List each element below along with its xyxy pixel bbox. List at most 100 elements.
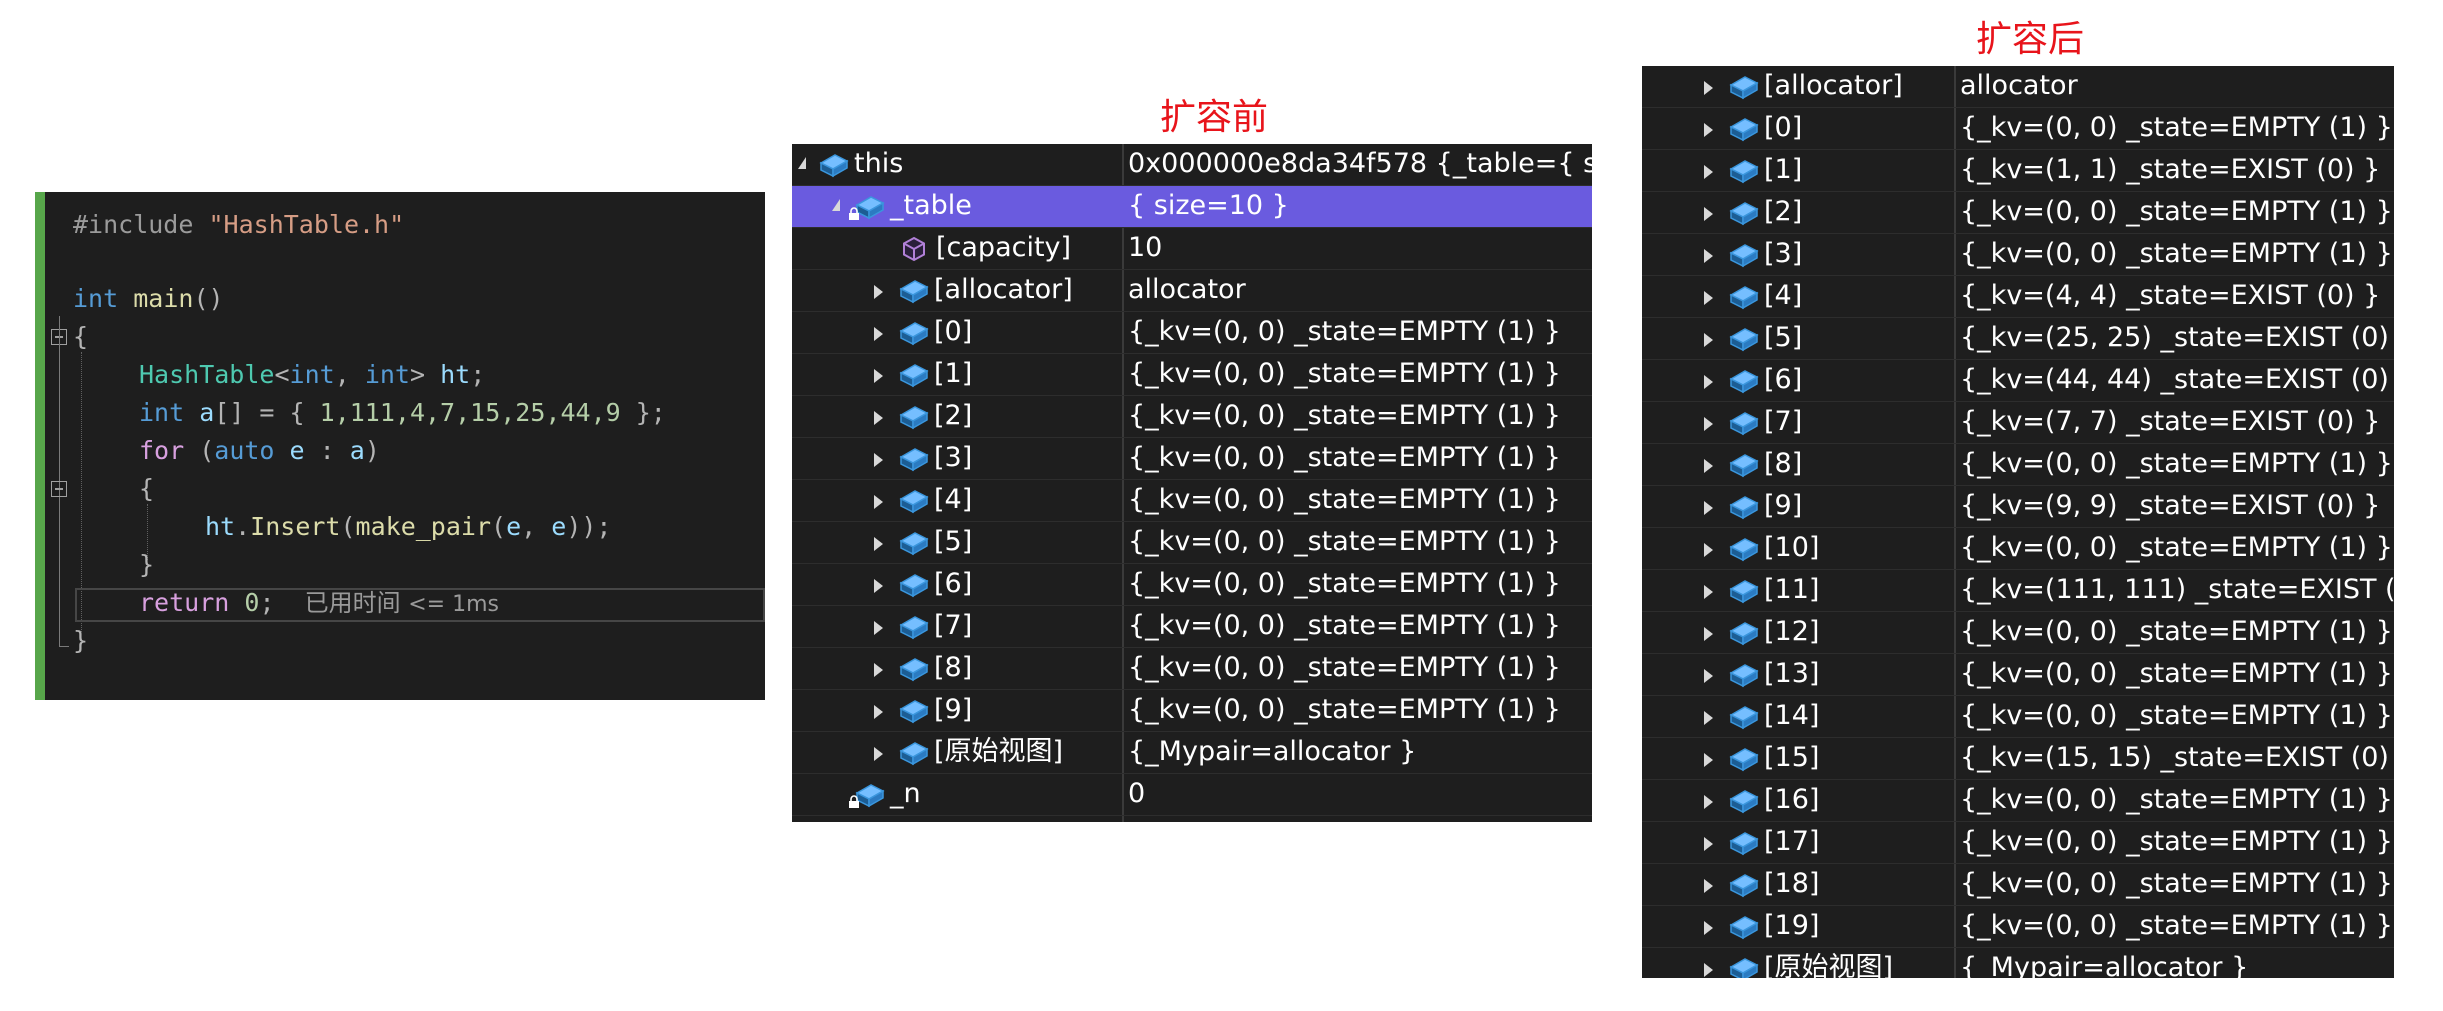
expand-arrow-icon[interactable] [1704,627,1713,641]
watch-row-raw-view[interactable]: [原始视图] {_Mypair=allocator } [1642,948,2394,978]
watch-row-element[interactable]: [3] {_kv=(0, 0) _state=EMPTY (1) } [792,438,1592,480]
expand-arrow-icon[interactable] [1704,753,1713,767]
watch-value[interactable]: {_Mypair=allocator } [1960,948,2248,978]
watch-row-table[interactable]: _table { size=10 } [792,186,1592,228]
watch-row-element[interactable]: [4] {_kv=(0, 0) _state=EMPTY (1) } [792,480,1592,522]
watch-value[interactable]: {_kv=(0, 0) _state=EMPTY (1) } [1960,864,2393,906]
watch-row-element[interactable]: [6] {_kv=(0, 0) _state=EMPTY (1) } [792,564,1592,606]
watch-value[interactable]: {_kv=(0, 0) _state=EMPTY (1) } [1960,444,2393,486]
watch-row-element[interactable]: [5] {_kv=(0, 0) _state=EMPTY (1) } [792,522,1592,564]
watch-value[interactable]: allocator [1960,66,2078,108]
watch-value[interactable]: {_kv=(0, 0) _state=EMPTY (1) } [1128,480,1561,522]
watch-value[interactable]: 10 [1128,228,1162,270]
watch-value[interactable]: {_kv=(0, 0) _state=EMPTY (1) } [1128,690,1561,732]
watch-row-element[interactable]: [9] {_kv=(9, 9) _state=EXIST (0) } [1642,486,2394,528]
watch-value[interactable]: {_kv=(111, 111) _state=EXIST (0) } [1960,570,2394,612]
watch-window-after[interactable]: [allocator] allocator [0] {_kv=(0, 0) _stat… [1642,66,2394,978]
expand-arrow-icon[interactable] [1704,459,1713,473]
expand-arrow-icon[interactable] [1704,207,1713,221]
expand-arrow-icon[interactable] [1704,543,1713,557]
collapse-arrow-icon[interactable] [798,157,806,169]
watch-value[interactable]: {_kv=(0, 0) _state=EMPTY (1) } [1960,906,2393,948]
watch-value[interactable]: {_kv=(0, 0) _state=EMPTY (1) } [1960,528,2393,570]
collapse-arrow-icon[interactable] [832,199,840,211]
expand-arrow-icon[interactable] [874,285,883,299]
watch-row-element[interactable]: [2] {_kv=(0, 0) _state=EMPTY (1) } [792,396,1592,438]
watch-value[interactable]: {_kv=(0, 0) _state=EMPTY (1) } [1128,606,1561,648]
expand-arrow-icon[interactable] [1704,837,1713,851]
watch-value[interactable]: {_Mypair=allocator } [1128,732,1416,774]
expand-arrow-icon[interactable] [1704,795,1713,809]
watch-value[interactable]: { size=10 } [1128,186,1289,228]
watch-row-element[interactable]: [18] {_kv=(0, 0) _state=EMPTY (1) } [1642,864,2394,906]
expand-arrow-icon[interactable] [1704,249,1713,263]
watch-row-element[interactable]: [17] {_kv=(0, 0) _state=EMPTY (1) } [1642,822,2394,864]
watch-row-element[interactable]: [5] {_kv=(25, 25) _state=EXIST (0) } [1642,318,2394,360]
watch-row-element[interactable]: [1] {_kv=(0, 0) _state=EMPTY (1) } [792,354,1592,396]
watch-row-element[interactable]: [13] {_kv=(0, 0) _state=EMPTY (1) } [1642,654,2394,696]
watch-value[interactable]: {_kv=(0, 0) _state=EMPTY (1) } [1128,648,1561,690]
expand-arrow-icon[interactable] [1704,417,1713,431]
watch-row-element[interactable]: [16] {_kv=(0, 0) _state=EMPTY (1) } [1642,780,2394,822]
expand-arrow-icon[interactable] [1704,879,1713,893]
expand-arrow-icon[interactable] [1704,165,1713,179]
watch-row-element[interactable]: [19] {_kv=(0, 0) _state=EMPTY (1) } [1642,906,2394,948]
expand-arrow-icon[interactable] [1704,501,1713,515]
watch-value[interactable]: {_kv=(0, 0) _state=EMPTY (1) } [1128,522,1561,564]
watch-row-n[interactable]: _n 0 [792,774,1592,816]
watch-value[interactable]: {_kv=(0, 0) _state=EMPTY (1) } [1960,108,2393,150]
watch-value[interactable]: {_kv=(0, 0) _state=EMPTY (1) } [1960,192,2393,234]
watch-value[interactable]: {_kv=(15, 15) _state=EXIST (0) } [1960,738,2394,780]
expand-arrow-icon[interactable] [1704,291,1713,305]
watch-value[interactable]: {_kv=(7, 7) _state=EXIST (0) } [1960,402,2380,444]
watch-value[interactable]: {_kv=(9, 9) _state=EXIST (0) } [1960,486,2380,528]
watch-value[interactable]: allocator [1128,270,1246,312]
expand-arrow-icon[interactable] [874,621,883,635]
expand-arrow-icon[interactable] [874,369,883,383]
expand-arrow-icon[interactable] [1704,81,1713,95]
watch-value[interactable]: {_kv=(0, 0) _state=EMPTY (1) } [1128,354,1561,396]
watch-row-element[interactable]: [7] {_kv=(7, 7) _state=EXIST (0) } [1642,402,2394,444]
watch-row-element[interactable]: [2] {_kv=(0, 0) _state=EMPTY (1) } [1642,192,2394,234]
watch-row-element[interactable]: [7] {_kv=(0, 0) _state=EMPTY (1) } [792,606,1592,648]
watch-row-element[interactable]: [0] {_kv=(0, 0) _state=EMPTY (1) } [1642,108,2394,150]
watch-row-element[interactable]: [14] {_kv=(0, 0) _state=EMPTY (1) } [1642,696,2394,738]
expand-arrow-icon[interactable] [1704,963,1713,977]
expand-arrow-icon[interactable] [1704,123,1713,137]
expand-arrow-icon[interactable] [874,747,883,761]
watch-value[interactable]: {_kv=(0, 0) _state=EMPTY (1) } [1960,696,2393,738]
watch-row-element[interactable]: [1] {_kv=(1, 1) _state=EXIST (0) } [1642,150,2394,192]
watch-row-element[interactable]: [0] {_kv=(0, 0) _state=EMPTY (1) } [792,312,1592,354]
watch-row-capacity[interactable]: [capacity] 10 [792,228,1592,270]
watch-value[interactable]: {_kv=(0, 0) _state=EMPTY (1) } [1960,234,2393,276]
watch-row-allocator[interactable]: [allocator] allocator [1642,66,2394,108]
expand-arrow-icon[interactable] [874,495,883,509]
expand-arrow-icon[interactable] [874,453,883,467]
watch-value[interactable]: {_kv=(0, 0) _state=EMPTY (1) } [1128,564,1561,606]
watch-row-raw-view[interactable]: [原始视图] {_Mypair=allocator } [792,732,1592,774]
watch-row-element[interactable]: [4] {_kv=(4, 4) _state=EXIST (0) } [1642,276,2394,318]
expand-arrow-icon[interactable] [874,705,883,719]
watch-value[interactable]: {_kv=(0, 0) _state=EMPTY (1) } [1960,654,2393,696]
expand-arrow-icon[interactable] [1704,921,1713,935]
watch-row-element[interactable]: [8] {_kv=(0, 0) _state=EMPTY (1) } [1642,444,2394,486]
watch-value[interactable]: {_kv=(4, 4) _state=EXIST (0) } [1960,276,2380,318]
expand-arrow-icon[interactable] [874,327,883,341]
watch-value[interactable]: {_kv=(25, 25) _state=EXIST (0) } [1960,318,2394,360]
expand-arrow-icon[interactable] [874,663,883,677]
watch-row-element[interactable]: [3] {_kv=(0, 0) _state=EMPTY (1) } [1642,234,2394,276]
watch-row-allocator[interactable]: [allocator] allocator [792,270,1592,312]
watch-value[interactable]: {_kv=(0, 0) _state=EMPTY (1) } [1128,312,1561,354]
code-editor[interactable]: #include "HashTable.h" int main() { Hash… [35,192,765,700]
perf-tip-elapsed[interactable]: 已用时间 <= 1ms [305,589,499,617]
watch-value[interactable]: {_kv=(0, 0) _state=EMPTY (1) } [1128,396,1561,438]
watch-row-element[interactable]: [8] {_kv=(0, 0) _state=EMPTY (1) } [792,648,1592,690]
watch-value[interactable]: {_kv=(44, 44) _state=EXIST (0) } [1960,360,2394,402]
watch-row-element[interactable]: [11] {_kv=(111, 111) _state=EXIST (0) } [1642,570,2394,612]
expand-arrow-icon[interactable] [1704,375,1713,389]
watch-row-element[interactable]: [6] {_kv=(44, 44) _state=EXIST (0) } [1642,360,2394,402]
watch-window-before[interactable]: this 0x000000e8da34f578 {_table={ size _ta… [792,144,1592,822]
watch-row-element[interactable]: [12] {_kv=(0, 0) _state=EMPTY (1) } [1642,612,2394,654]
watch-row-this[interactable]: this 0x000000e8da34f578 {_table={ size [792,144,1592,186]
watch-value[interactable]: 0 [1128,774,1145,816]
